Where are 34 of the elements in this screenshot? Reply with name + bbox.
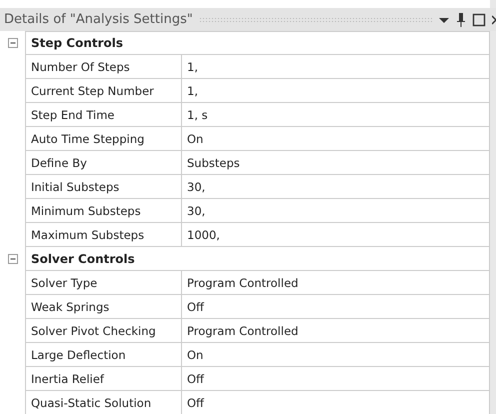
pin-icon[interactable] [456, 12, 466, 28]
property-name: Auto Time Stepping [25, 127, 182, 151]
panel-title: Details of "Analysis Settings" [4, 12, 193, 27]
property-name: Solver Pivot Checking [25, 319, 182, 343]
property-value[interactable]: On [182, 343, 490, 367]
property-name: Number Of Steps [25, 55, 182, 79]
property-value[interactable]: Substeps [182, 151, 490, 175]
close-icon[interactable] [492, 12, 496, 26]
property-value[interactable]: 30, [182, 175, 490, 199]
property-name: Step End Time [25, 103, 182, 127]
property-value[interactable]: 1, s [182, 103, 490, 127]
property-value[interactable]: 1, [182, 79, 490, 103]
property-value[interactable]: Off [182, 391, 490, 414]
collapse-icon[interactable] [8, 38, 18, 48]
property-value[interactable]: Off [182, 367, 490, 391]
property-value[interactable]: Program Controlled [182, 271, 490, 295]
property-name: Solver Type [25, 271, 182, 295]
group-header[interactable]: Step Controls [25, 31, 490, 55]
property-name: Define By [25, 151, 182, 175]
property-value[interactable]: On [182, 127, 490, 151]
property-name: Weak Springs [25, 295, 182, 319]
property-name: Initial Substeps [25, 175, 182, 199]
property-name: Large Deflection [25, 343, 182, 367]
maximize-icon[interactable] [472, 12, 486, 26]
property-name: Minimum Substeps [25, 199, 182, 223]
property-value[interactable]: 30, [182, 199, 490, 223]
property-name: Inertia Relief [25, 367, 182, 391]
group-header[interactable]: Solver Controls [25, 247, 490, 271]
property-name: Quasi-Static Solution [25, 391, 182, 414]
property-value[interactable]: Program Controlled [182, 319, 490, 343]
property-value[interactable]: 1, [182, 55, 490, 79]
collapse-icon[interactable] [8, 254, 18, 264]
property-name: Current Step Number [25, 79, 182, 103]
property-value[interactable]: Off [182, 295, 490, 319]
